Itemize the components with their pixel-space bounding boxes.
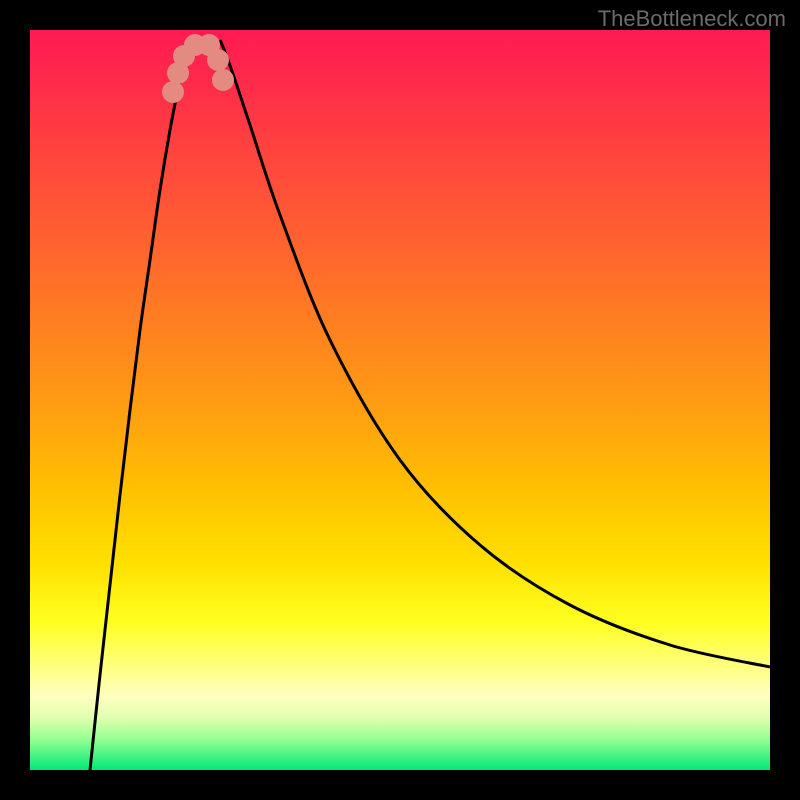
curve-left-curve xyxy=(90,40,193,770)
curve-right-curve xyxy=(220,40,770,667)
curves-group xyxy=(90,40,770,770)
plot-area xyxy=(30,30,770,770)
watermark-text: TheBottleneck.com xyxy=(598,6,786,32)
marker-point xyxy=(162,81,184,103)
marker-point xyxy=(212,69,234,91)
chart-svg xyxy=(30,30,770,770)
marker-point xyxy=(207,49,229,71)
